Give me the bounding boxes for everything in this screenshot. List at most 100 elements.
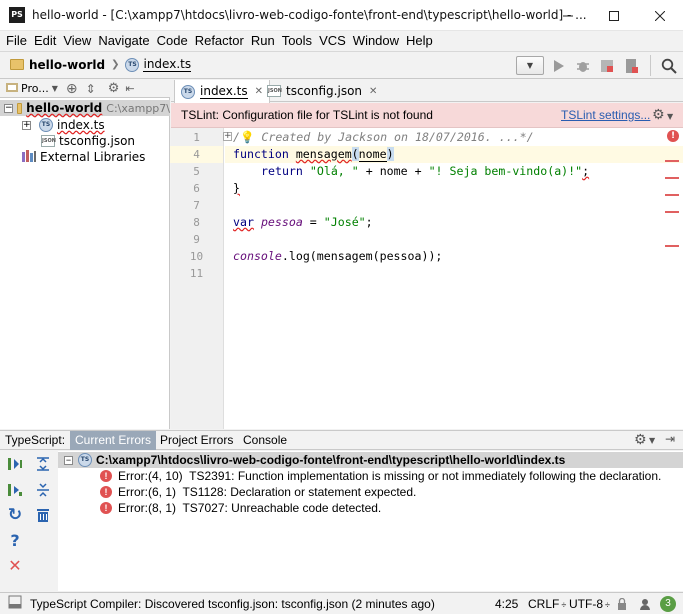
- lightbulb-icon[interactable]: 💡: [240, 130, 254, 144]
- tab-console[interactable]: Console: [238, 431, 292, 450]
- chevron-right-icon: ❯: [111, 59, 120, 70]
- tab-index-ts[interactable]: TS index.ts ✕: [174, 80, 270, 103]
- libraries-label: External Libraries: [40, 150, 146, 164]
- menu-view[interactable]: View: [60, 31, 94, 51]
- chevron-down-icon[interactable]: ▼: [667, 112, 673, 121]
- code-line-1: /💡 Created by Jackson on 18/07/2016. ...…: [233, 130, 534, 144]
- coverage-button[interactable]: [597, 56, 617, 76]
- folder-icon: [17, 102, 23, 114]
- error-stripe-mark[interactable]: [665, 245, 679, 247]
- json-file-icon: JSON: [267, 85, 282, 97]
- menu-run[interactable]: Run: [248, 31, 278, 51]
- close-tab-icon[interactable]: ✕: [369, 86, 377, 97]
- gear-icon[interactable]: ⚙: [652, 107, 665, 123]
- bottom-tool-tabs: TypeScript: Current Errors Project Error…: [0, 430, 683, 450]
- error-indicator-icon[interactable]: !: [667, 130, 679, 142]
- profile-button[interactable]: [621, 56, 641, 76]
- lock-icon[interactable]: [617, 597, 627, 613]
- collapse-icon[interactable]: −: [4, 103, 13, 113]
- code-line-6: }: [233, 181, 240, 195]
- project-view-selector[interactable]: Pro...: [21, 82, 49, 95]
- tab-current-errors[interactable]: Current Errors: [70, 431, 157, 450]
- collapse-all-icon[interactable]: [33, 480, 53, 500]
- line-number: 11: [189, 267, 204, 280]
- code-line-8: var pessoa = "José";: [233, 215, 373, 229]
- menu-help[interactable]: Help: [403, 31, 436, 51]
- inspector-icon[interactable]: [638, 597, 652, 614]
- run-config-dropdown[interactable]: ▼: [516, 56, 544, 75]
- tab-project-errors[interactable]: Project Errors: [155, 431, 238, 450]
- menu-refactor[interactable]: Refactor: [192, 31, 247, 51]
- locate-icon[interactable]: ⊕: [66, 81, 78, 97]
- gear-icon[interactable]: ⚙: [634, 432, 647, 448]
- minimize-button[interactable]: [545, 0, 591, 31]
- error-row[interactable]: ! Error:(8, 1) TS7027: Unreachable code …: [100, 500, 381, 516]
- gear-icon[interactable]: ⚙: [108, 81, 120, 96]
- line-separator[interactable]: CRLF ÷: [528, 597, 566, 611]
- tree-item-root[interactable]: − hello-world C:\xampp7\: [0, 100, 170, 116]
- tree-item-external-libraries[interactable]: External Libraries: [22, 149, 145, 165]
- line-number: 8: [193, 216, 200, 229]
- breadcrumb-file[interactable]: index.ts: [143, 57, 192, 72]
- file-encoding[interactable]: UTF-8 ÷: [569, 597, 610, 611]
- close-button[interactable]: [637, 0, 683, 31]
- toolbar-separator: [650, 55, 651, 76]
- tool-windows-icon[interactable]: [8, 595, 22, 612]
- menu-window[interactable]: Window: [350, 31, 402, 51]
- line-number: 4: [170, 146, 223, 163]
- debug-button[interactable]: [573, 56, 593, 76]
- collapse-icon[interactable]: −: [64, 455, 73, 465]
- menu-code[interactable]: Code: [154, 31, 191, 51]
- tree-item-index-ts[interactable]: + TS index.ts: [22, 117, 105, 133]
- typescript-file-icon: TS: [78, 453, 92, 467]
- expand-all-icon[interactable]: [33, 454, 53, 474]
- menu-edit[interactable]: Edit: [31, 31, 59, 51]
- expand-icon[interactable]: +: [22, 120, 31, 130]
- folder-icon: [10, 59, 24, 70]
- hide-panel-icon[interactable]: ⇤: [125, 82, 134, 95]
- chevron-down-icon[interactable]: ▼: [649, 436, 655, 445]
- chevron-down-icon[interactable]: ▼: [52, 84, 58, 93]
- line-number: 1: [193, 131, 200, 144]
- menu-tools[interactable]: Tools: [279, 31, 315, 51]
- error-stripe-mark[interactable]: [665, 177, 679, 179]
- compile-all-icon[interactable]: [5, 480, 25, 500]
- project-view-icon: [6, 81, 18, 96]
- compile-current-icon[interactable]: [5, 454, 25, 474]
- error-stripe-mark[interactable]: [665, 194, 679, 196]
- trash-icon[interactable]: [33, 505, 53, 525]
- error-file-row[interactable]: − TS C:\xampp7\htdocs\livro-web-codigo-f…: [58, 452, 683, 468]
- run-button[interactable]: [549, 56, 569, 76]
- coverage-icon: [601, 60, 613, 72]
- menu-navigate[interactable]: Navigate: [95, 31, 152, 51]
- tslint-settings-link[interactable]: TSLint settings...: [561, 108, 650, 122]
- code-editor[interactable]: 1 4 5 6 7 8 9 10 11 + /💡 Created by Jack…: [170, 128, 683, 429]
- tab-tsconfig[interactable]: JSON tsconfig.json ✕: [261, 80, 383, 102]
- close-panel-icon[interactable]: ✕: [5, 555, 25, 575]
- menu-vcs[interactable]: VCS: [316, 31, 349, 51]
- tree-item-tsconfig[interactable]: JSON tsconfig.json: [41, 133, 135, 149]
- event-log-badge[interactable]: 3: [660, 596, 676, 612]
- breadcrumb-project[interactable]: hello-world: [29, 58, 105, 72]
- collapse-split-icon[interactable]: ⇕: [86, 82, 96, 96]
- typescript-panel-label: TypeScript:: [5, 433, 66, 447]
- line-number: 6: [193, 182, 200, 195]
- error-stripe-mark[interactable]: [665, 160, 679, 162]
- error-message: Error:(8, 1) TS7027: Unreachable code de…: [118, 501, 382, 515]
- error-row[interactable]: ! Error:(6, 1) TS1128: Declaration or st…: [100, 484, 416, 500]
- navigation-bar: hello-world ❯ TS index.ts ▼: [0, 51, 683, 79]
- help-icon[interactable]: ?: [5, 530, 25, 550]
- bottom-toolbar: ↻ ? ✕: [0, 451, 58, 591]
- hide-panel-icon[interactable]: ⇥: [665, 432, 675, 446]
- error-row[interactable]: ! Error:(4, 10) TS2391: Function impleme…: [100, 468, 661, 484]
- window-title: hello-world - [C:\xampp7\htdocs\livro-we…: [32, 8, 587, 22]
- search-everywhere-button[interactable]: [659, 56, 679, 76]
- caret-position[interactable]: 4:25: [495, 597, 518, 611]
- fold-icon[interactable]: +: [223, 132, 232, 141]
- error-file-path: C:\xampp7\htdocs\livro-web-codigo-fonte\…: [96, 453, 566, 467]
- maximize-button[interactable]: [591, 0, 637, 31]
- code-line-10: console.log(mensagem(pessoa));: [233, 249, 443, 263]
- refresh-icon[interactable]: ↻: [5, 505, 25, 525]
- error-stripe-mark[interactable]: [665, 211, 679, 213]
- menu-file[interactable]: File: [3, 31, 30, 51]
